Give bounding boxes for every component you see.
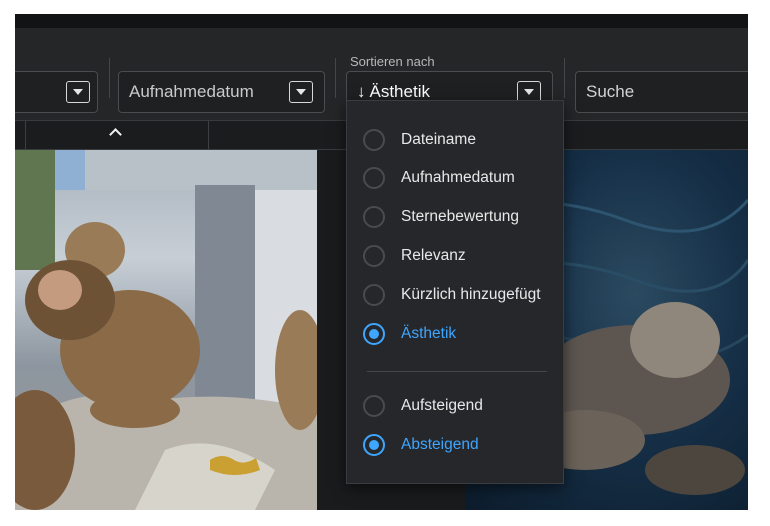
- sort-option-label: Kürzlich hinzugefügt: [401, 286, 541, 303]
- order-option-ascending[interactable]: Aufsteigend: [347, 387, 563, 425]
- column-divider: [25, 121, 26, 149]
- order-option-label: Aufsteigend: [401, 397, 483, 414]
- sort-option-aesthetics[interactable]: Ästhetik: [347, 315, 563, 353]
- radio-button[interactable]: [363, 395, 385, 417]
- sort-option-filename[interactable]: Dateiname: [347, 121, 563, 159]
- sort-option-recently-added[interactable]: Kürzlich hinzugefügt: [347, 276, 563, 314]
- order-option-label: Absteigend: [401, 436, 479, 453]
- photo-thumbnail-monkeys[interactable]: [15, 150, 317, 510]
- search-placeholder: Suche: [586, 82, 635, 101]
- sort-option-label: Sternebewertung: [401, 208, 520, 225]
- column-divider: [208, 121, 209, 149]
- sort-option-label: Aufnahmedatum: [401, 169, 515, 186]
- photo-app-window: Sortieren nach Aufnahmedatum ↓ Ästhetik S…: [15, 14, 748, 510]
- sort-option-label: Relevanz: [401, 247, 466, 264]
- sort-dropdown-menu: Dateiname Aufnahmedatum Sternebewertung …: [346, 100, 564, 484]
- chevron-up-icon[interactable]: [109, 128, 122, 141]
- sort-option-label: Dateiname: [401, 131, 476, 148]
- sort-option-relevance[interactable]: Relevanz: [347, 237, 563, 275]
- radio-button[interactable]: [363, 206, 385, 228]
- date-dropdown-value: Aufnahmedatum: [129, 82, 254, 101]
- order-option-descending[interactable]: Absteigend: [347, 426, 563, 464]
- sort-option-capture-date[interactable]: Aufnahmedatum: [347, 159, 563, 197]
- top-strip: [15, 14, 748, 28]
- radio-button[interactable]: [363, 129, 385, 151]
- radio-button-selected[interactable]: [363, 434, 385, 456]
- radio-button[interactable]: [363, 284, 385, 306]
- menu-divider: [367, 371, 547, 372]
- toolbar-divider: [564, 58, 565, 98]
- sort-option-star-rating[interactable]: Sternebewertung: [347, 198, 563, 236]
- search-input[interactable]: Suche: [575, 71, 748, 113]
- date-dropdown[interactable]: Aufnahmedatum: [118, 71, 325, 113]
- sort-dropdown-value: Ästhetik: [369, 82, 430, 101]
- toolbar-divider: [109, 58, 110, 98]
- sort-caption: Sortieren nach: [350, 54, 435, 69]
- toolbar-divider: [335, 58, 336, 98]
- monkeys-image: [15, 150, 317, 510]
- caret-down-icon[interactable]: [289, 81, 313, 103]
- caret-down-icon[interactable]: [66, 81, 90, 103]
- radio-button[interactable]: [363, 245, 385, 267]
- filter-dropdown-1[interactable]: [15, 71, 98, 113]
- radio-button[interactable]: [363, 167, 385, 189]
- sort-option-label: Ästhetik: [401, 325, 457, 342]
- radio-button-selected[interactable]: [363, 323, 385, 345]
